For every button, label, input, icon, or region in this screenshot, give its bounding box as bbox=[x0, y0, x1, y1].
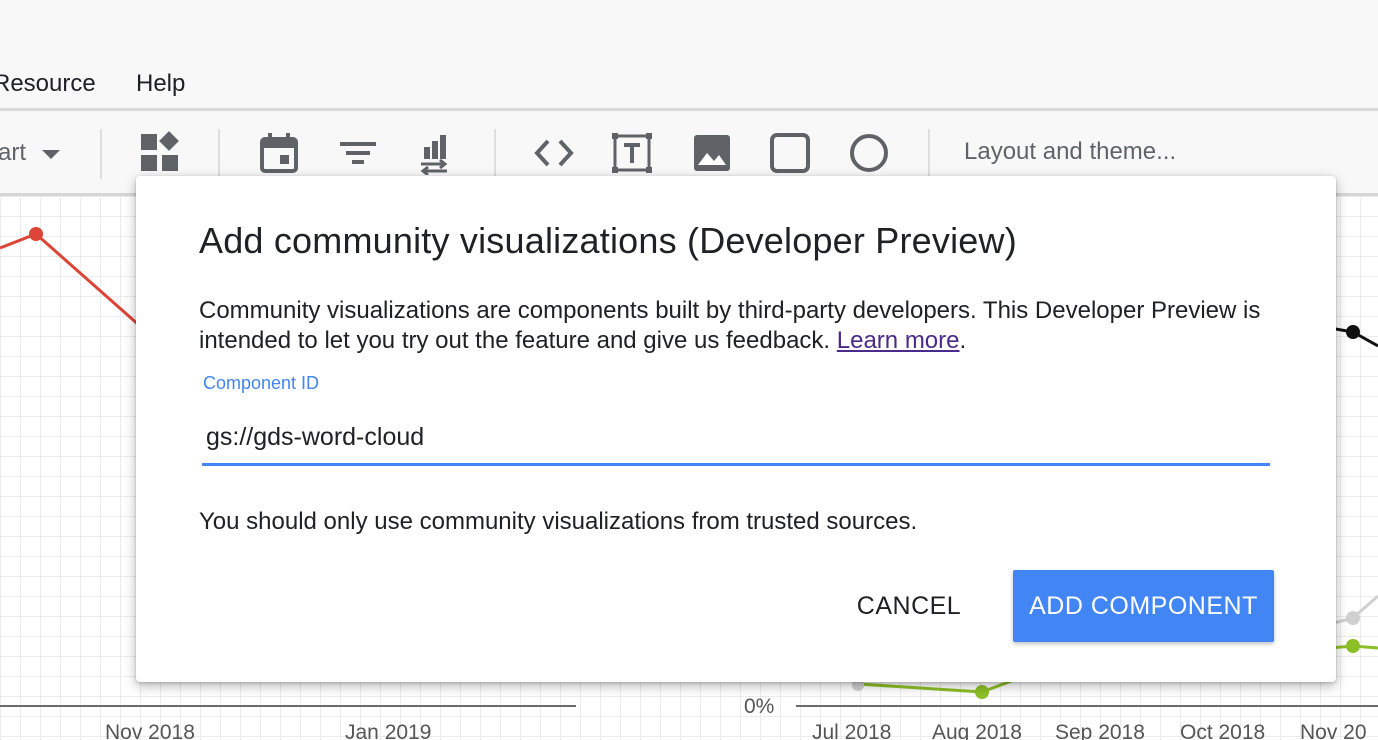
red-series-point bbox=[29, 227, 43, 241]
text-box-icon[interactable] bbox=[610, 131, 654, 175]
rectangle-icon[interactable] bbox=[768, 131, 812, 175]
learn-more-link[interactable]: Learn more bbox=[837, 327, 960, 354]
toolbar-separator bbox=[928, 129, 930, 179]
right-x-tick-sep-2018: Sep 2018 bbox=[1055, 721, 1145, 740]
gray-series-point bbox=[1346, 611, 1360, 625]
dialog-title: Add community visualizations (Developer … bbox=[199, 220, 1017, 261]
component-id-input[interactable] bbox=[202, 412, 1270, 462]
dialog-description: Community visualizations are components … bbox=[199, 296, 1279, 356]
date-range-icon[interactable] bbox=[257, 131, 301, 175]
component-id-label: Component ID bbox=[203, 373, 320, 393]
toolbar-separator bbox=[494, 129, 496, 179]
menu-resource[interactable]: Resource bbox=[0, 70, 96, 98]
left-x-tick-nov-2018: Nov 2018 bbox=[105, 721, 195, 740]
description-period: . bbox=[959, 327, 967, 354]
filter-icon[interactable] bbox=[336, 131, 380, 175]
cancel-button[interactable]: CANCEL bbox=[836, 570, 982, 642]
component-id-underline bbox=[202, 463, 1270, 466]
layout-and-theme-button[interactable]: Layout and theme... bbox=[964, 138, 1176, 166]
chevron-down-icon[interactable] bbox=[36, 139, 66, 169]
right-x-tick-nov-2018: Nov 20 bbox=[1300, 721, 1367, 740]
add-chart-dropdown-label[interactable]: art bbox=[0, 139, 26, 167]
add-community-viz-dialog: Add community visualizations (Developer … bbox=[136, 176, 1336, 682]
embed-icon[interactable] bbox=[532, 131, 576, 175]
menu-bar: Resource Help bbox=[0, 0, 1378, 108]
black-series-point bbox=[1346, 325, 1360, 339]
right-x-tick-jul-2018: Jul 2018 bbox=[812, 721, 891, 740]
green-series-point bbox=[1346, 639, 1360, 653]
left-x-tick-jan-2019: Jan 2019 bbox=[345, 721, 431, 740]
circle-icon[interactable] bbox=[847, 131, 891, 175]
toolbar-separator bbox=[218, 129, 220, 179]
right-x-tick-aug-2018: Aug 2018 bbox=[932, 721, 1022, 740]
green-series-point bbox=[975, 685, 989, 699]
image-icon[interactable] bbox=[690, 131, 734, 175]
right-y-tick-0: 0% bbox=[744, 695, 774, 718]
toolbar-separator bbox=[100, 129, 102, 179]
red-series-line bbox=[0, 232, 141, 328]
community-viz-icon[interactable] bbox=[138, 131, 182, 175]
dialog-description-text: Community visualizations are components … bbox=[199, 297, 1261, 354]
data-control-icon[interactable] bbox=[412, 131, 456, 175]
trusted-sources-note: You should only use community visualizat… bbox=[199, 508, 918, 535]
menu-help[interactable]: Help bbox=[136, 70, 185, 98]
add-component-button[interactable]: ADD COMPONENT bbox=[1013, 570, 1274, 642]
right-x-tick-oct-2018: Oct 2018 bbox=[1180, 721, 1265, 740]
